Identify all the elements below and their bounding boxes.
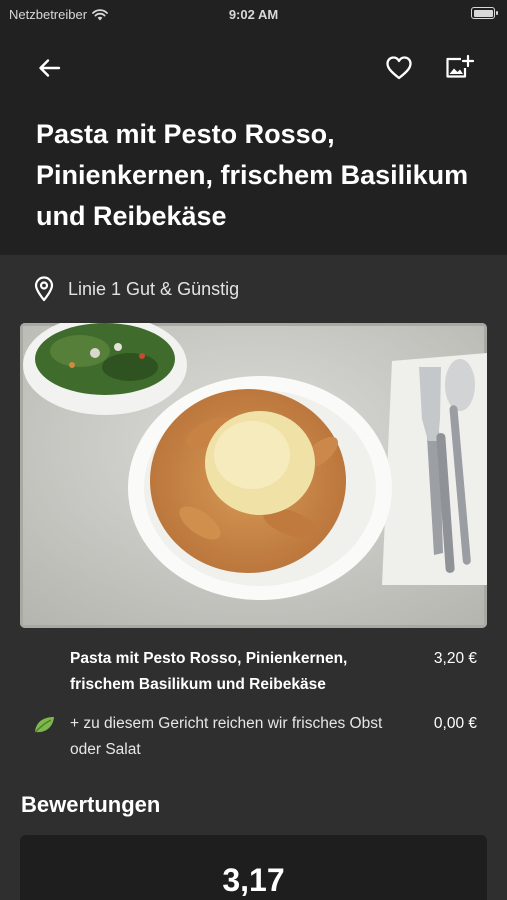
rating-card[interactable]: 3,17 [20,835,487,900]
favorite-button[interactable] [383,52,415,84]
add-photo-button[interactable] [443,52,475,84]
back-button[interactable] [34,52,66,84]
ratings-title: Bewertungen [21,792,161,817]
menu-item-price: 0,00 € [433,715,477,732]
header-area: Netzbetreiber 9:02 AM Pasta mit Pesto Ro… [0,0,507,255]
menu-item-name: + zu diesem Gericht reichen wir frisches… [70,715,383,758]
status-time: 9:02 AM [228,7,279,22]
menu-item-price: 3,20 € [433,650,477,667]
status-bar: Netzbetreiber 9:02 AM [0,0,507,28]
heart-outline-icon [386,56,412,80]
meal-photo[interactable] [20,323,487,628]
menu-item-name: Pasta mit Pesto Rosso, Pinienkernen, fri… [70,650,348,693]
arrow-left-icon [39,59,61,77]
map-pin-icon [34,276,54,302]
location-row: Linie 1 Gut & Günstig [34,276,239,302]
location-name: Linie 1 Gut & Günstig [68,278,240,299]
page-title: Pasta mit Pesto Rosso, Pinienkernen, fri… [36,119,469,231]
rating-average: 3,17 [222,862,285,898]
battery-icon [471,7,498,19]
add-photo-icon [446,54,474,78]
leaf-icon [34,717,54,733]
